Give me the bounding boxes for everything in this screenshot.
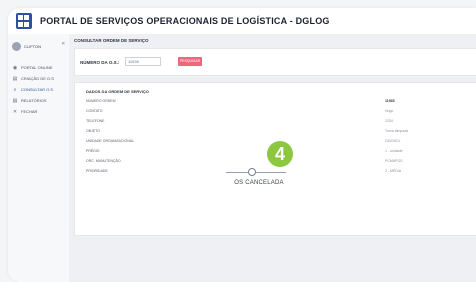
device-frame: PORTAL DE SERVIÇOS OPERACIONAIS DE LOGÍS…: [0, 0, 476, 282]
detail-key: CONTATO: [86, 109, 103, 113]
app-title: PORTAL DE SERVIÇOS OPERACIONAIS DE LOGÍS…: [40, 16, 330, 26]
avatar: [12, 41, 21, 51]
sidebar-nav: ◉ PORTAL ONLINE ▤ CRIAÇÃO DE O.S ⌕ CONSU…: [12, 62, 68, 117]
os-number-label: NÚMERO DA O.S.:: [80, 60, 120, 65]
detail-value: 1234: [385, 119, 393, 123]
detail-key: PRIORIDADE: [86, 169, 108, 173]
sidebar-item-consultar-os[interactable]: ⌕ CONSULTAR O.S: [12, 84, 68, 95]
detail-row: OBJETO Troca lâmpada: [86, 129, 466, 136]
sidebar-item-label: RELATÓRIOS: [21, 98, 47, 103]
os-number-input[interactable]: 11935: [125, 57, 161, 66]
detail-value: Hugo: [385, 109, 394, 113]
detail-row: NÚMERO ORDEM 11935: [86, 99, 466, 106]
detail-key: OBJETO: [86, 129, 100, 133]
details-title: DADOS DA ORDEM DE SERVIÇO: [86, 89, 149, 94]
page-title: CONSULTAR ORDEM DE SERVIÇO: [74, 38, 149, 43]
detail-value: Troca lâmpada: [385, 129, 409, 133]
collapse-sidebar-icon[interactable]: «: [62, 41, 65, 47]
detail-key: UNIDADE ORGANIZACIONAL: [86, 139, 135, 143]
app-logo-icon: [16, 13, 32, 29]
status-indicator: [248, 168, 256, 176]
detail-value: CIDGSCL: [385, 139, 401, 143]
detail-value: 11935: [385, 99, 395, 103]
sidebar-item-label: CRIAÇÃO DE O.S: [21, 76, 54, 81]
user-profile[interactable]: CLIFTON «: [12, 40, 68, 52]
detail-key: TELEFONE: [86, 119, 105, 123]
detail-key: NÚMERO ORDEM: [86, 99, 116, 103]
close-icon: ✕: [12, 108, 18, 115]
document-icon: ▤: [12, 75, 18, 82]
sidebar-item-fechar[interactable]: ✕ FECHAR: [12, 106, 68, 117]
top-bar: PORTAL DE SERVIÇOS OPERACIONAIS DE LOGÍS…: [8, 8, 476, 35]
step-number-badge: 4: [267, 141, 293, 167]
search-button[interactable]: PESQUISAR: [178, 57, 202, 66]
sidebar-item-label: PORTAL ONLINE: [21, 65, 53, 70]
status-track: [226, 172, 286, 173]
detail-key: PRÉDIO: [86, 149, 100, 153]
report-icon: ▤: [12, 97, 18, 104]
detail-value: 2 - MÉDIA: [385, 169, 402, 173]
detail-row: CONTATO Hugo: [86, 109, 466, 116]
sidebar: CLIFTON « ◉ PORTAL ONLINE ▤ CRIAÇÃO DE O…: [8, 34, 70, 282]
app-window: PORTAL DE SERVIÇOS OPERACIONAIS DE LOGÍS…: [8, 8, 476, 282]
search-icon: ⌕: [13, 86, 17, 93]
search-panel: NÚMERO DA O.S.: 11935 PESQUISAR: [74, 48, 476, 76]
status-label: OS CANCELADA: [234, 180, 284, 186]
sidebar-item-label: FECHAR: [21, 109, 38, 114]
detail-value: PCMAPOS: [385, 159, 403, 163]
globe-icon: ◉: [12, 64, 18, 71]
detail-row: TELEFONE 1234: [86, 119, 466, 126]
sidebar-item-relatorios[interactable]: ▤ RELATÓRIOS: [12, 95, 68, 106]
sidebar-item-label: CONSULTAR O.S: [21, 87, 54, 92]
sidebar-item-portal-online[interactable]: ◉ PORTAL ONLINE: [12, 62, 68, 73]
sidebar-item-criacao-os[interactable]: ▤ CRIAÇÃO DE O.S: [12, 73, 68, 84]
user-name: CLIFTON: [24, 43, 42, 49]
detail-key: ORC. MANUTENÇÃO: [86, 159, 121, 163]
detail-value: 1 - unidade: [385, 149, 403, 153]
